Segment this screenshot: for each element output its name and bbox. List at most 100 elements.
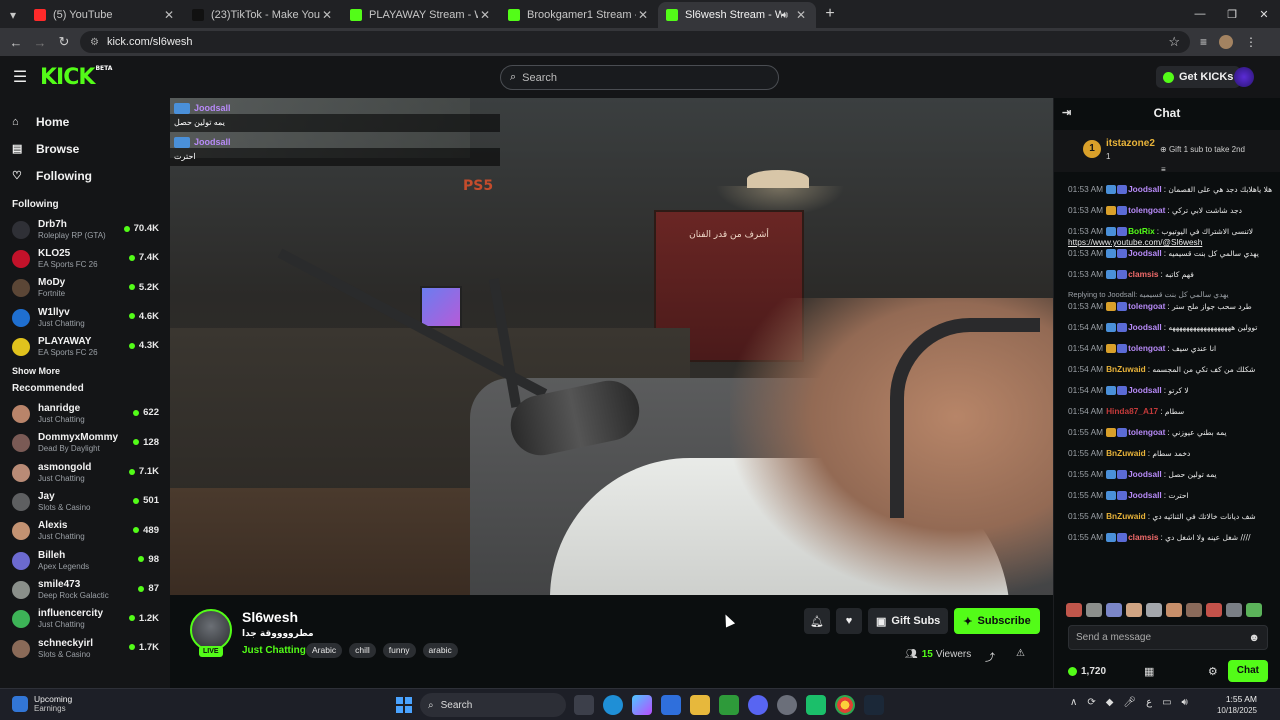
chat-message[interactable]: 01:55 AM Joodsall: يمه تولين حصل [1054,469,1280,490]
settings-icon[interactable] [777,695,797,715]
emote-icon[interactable] [1246,603,1262,617]
tab-search-icon[interactable]: ▾ [0,2,26,28]
tray-mic-icon[interactable]: 🎤︎ [1123,697,1136,708]
network-icon[interactable]: ▭ [1162,697,1171,708]
stream-category-link[interactable]: Just Chatting [242,645,306,656]
sidebar-channel[interactable]: schneckyirl Slots & Casino 1.7K [0,634,170,663]
user-avatar[interactable] [1234,67,1254,87]
chat-username[interactable]: BnZuwaid [1106,364,1146,374]
chat-username[interactable]: tolengoat [1128,343,1165,353]
emote-icon[interactable] [1166,603,1182,617]
close-window-icon[interactable]: ✕ [1248,0,1280,28]
show-more-button[interactable]: Show More [0,361,170,381]
sidebar-channel[interactable]: MoDy Fortnite 5.2K [0,274,170,303]
tray-app-icon[interactable]: ◆ [1106,697,1114,708]
leader-username[interactable]: itstazone2 [1106,138,1155,149]
chat-username[interactable]: clamsis [1128,269,1158,279]
minimize-icon[interactable]: — [1184,0,1216,28]
reload-icon[interactable]: ↻ [52,34,76,50]
sidebar-channel[interactable]: PLAYAWAY EA Sports FC 26 4.3K [0,332,170,361]
volume-icon[interactable]: 🔊︎ [1182,697,1188,708]
emote-icon[interactable] [1206,603,1222,617]
emote-icon[interactable] [1066,603,1082,617]
sidebar-channel[interactable]: Billeh Apex Legends 98 [0,546,170,575]
emote-icon[interactable] [1126,603,1142,617]
steam-icon[interactable] [864,695,884,715]
sidebar-channel[interactable]: hanridge Just Chatting 622 [0,399,170,428]
widgets-button[interactable]: Upcoming Earnings [12,694,72,714]
sidebar-channel[interactable]: Alexis Just Chatting 489 [0,517,170,546]
stream-tag[interactable]: funny [382,643,416,658]
emote-icon[interactable] [1226,603,1242,617]
chat-username[interactable]: Joodsall [1128,385,1162,395]
tab-close-icon[interactable]: ✕ [320,8,334,22]
follow-heart-button[interactable]: ♥ [836,608,862,634]
store-icon[interactable] [661,695,681,715]
chat-username[interactable]: Joodsall [1128,184,1162,194]
chat-link[interactable]: https://www.youtube.com/@Sl6wesh [1068,237,1202,247]
chat-username[interactable]: Hinda87_A17 [1106,406,1158,416]
chat-message[interactable]: 01:53 AM Joodsall: يهدي سالمي كل بنت قسيم… [1054,248,1280,269]
browser-tab[interactable]: Brookgamer1 Stream - Watch L✕ [500,2,658,28]
media-control-icon[interactable]: ≡ [1200,35,1207,49]
chat-username[interactable]: tolengoat [1128,205,1165,215]
xbox-icon[interactable] [719,695,739,715]
get-kicks-button[interactable]: Get KICKs [1156,66,1241,88]
kick-points[interactable]: 1,720 [1068,666,1106,677]
hamburger-menu-icon[interactable]: ☰ [0,67,40,87]
share-icon[interactable]: ⤴ [985,649,995,664]
tab-close-icon[interactable]: ✕ [162,8,176,22]
sidebar-channel[interactable]: influencercity Just Chatting 1.2K [0,605,170,634]
chat-message[interactable]: 01:53 AM BotRix: لاتنسى الاشتراك في اليوت… [1054,226,1280,248]
chat-username[interactable]: Joodsall [1128,248,1162,258]
new-tab-button[interactable]: + [816,2,844,28]
tray-chevron-icon[interactable]: ∧ [1070,697,1077,708]
chat-username[interactable]: BotRix [1128,226,1155,236]
file-explorer-icon[interactable] [690,695,710,715]
copilot-icon[interactable] [632,695,652,715]
browser-tab[interactable]: Sl6wesh Stream - Watch Live🔊︎ ✕ [658,2,816,28]
taskbar-search[interactable]: ⌕ Search [420,693,566,717]
collapse-chat-icon[interactable]: ⇥ [1062,106,1071,119]
profile-avatar[interactable] [1219,35,1234,49]
sidebar-nav-home[interactable]: ⌂ Home [12,108,170,135]
chat-username[interactable]: BnZuwaid [1106,448,1146,458]
chat-message[interactable]: 01:53 AM tolengoat: دجد شاشت لابي تركي [1054,205,1280,226]
start-icon[interactable] [396,697,412,713]
chat-message[interactable]: 01:55 AM clamsis: شغل عينه ولا اشغل دي //… [1054,532,1280,553]
chat-message[interactable]: 01:55 AM BnZuwaid: دخمد سطام [1054,448,1280,469]
search-input[interactable]: ⌕ Search [500,65,779,90]
chat-message[interactable]: 01:53 AM clamsis: فهم كاتبه [1054,269,1280,290]
sidebar-channel[interactable]: smile473 Deep Rock Galactic 87 [0,575,170,604]
browser-menu-icon[interactable]: ⋮ [1245,35,1257,49]
maximize-icon[interactable]: ❐ [1216,0,1248,28]
chat-username[interactable]: Joodsall [1128,469,1162,479]
tab-close-icon[interactable]: ✕ [636,8,650,22]
emote-icon[interactable] [1086,603,1102,617]
video-player[interactable]: PS5 أشرف من قدر الفنان Joodsall يمه تولي… [170,98,1053,595]
language-icon[interactable]: ع [1146,697,1152,708]
app-icon[interactable] [806,695,826,715]
forward-icon[interactable]: → [28,35,52,50]
calendar-icon[interactable]: ▦ [1144,665,1154,678]
edge-icon[interactable] [603,695,623,715]
tray-sync-icon[interactable]: ⟳ [1087,697,1095,708]
chat-username[interactable]: clamsis [1128,532,1158,542]
sidebar-channel[interactable]: Drb7h Roleplay RP (GTA) 70.4K [0,215,170,244]
chat-username[interactable]: tolengoat [1128,301,1165,311]
chat-message[interactable]: 01:54 AM BnZuwaid: شكلك من كف تكي من المج… [1054,364,1280,385]
gift-subs-button[interactable]: ▣ Gift Subs [868,608,949,634]
chat-username[interactable]: Joodsall [1128,490,1162,500]
sidebar-nav-browse[interactable]: ▤ Browse [12,135,170,162]
sidebar-channel[interactable]: KLO25 EA Sports FC 26 7.4K [0,244,170,273]
browser-tab[interactable]: (5) YouTube ✕ [26,2,184,28]
browser-tab[interactable]: (23)TikTok - Make Your Day✕ [184,2,342,28]
kick-logo[interactable]: KICKBETA [40,65,112,90]
chat-message[interactable]: 01:55 AM tolengoat: يمه بطني عيوزني [1054,427,1280,448]
stream-tag[interactable]: arabic [422,643,458,658]
stream-tag[interactable]: chill [349,643,376,658]
chat-message[interactable]: 01:55 AM Joodsall: احترت [1054,490,1280,511]
emoji-icon[interactable]: ☻ [1248,632,1260,644]
emote-icon[interactable] [1106,603,1122,617]
sidebar-channel[interactable]: W1llyv Just Chatting 4.6K [0,303,170,332]
